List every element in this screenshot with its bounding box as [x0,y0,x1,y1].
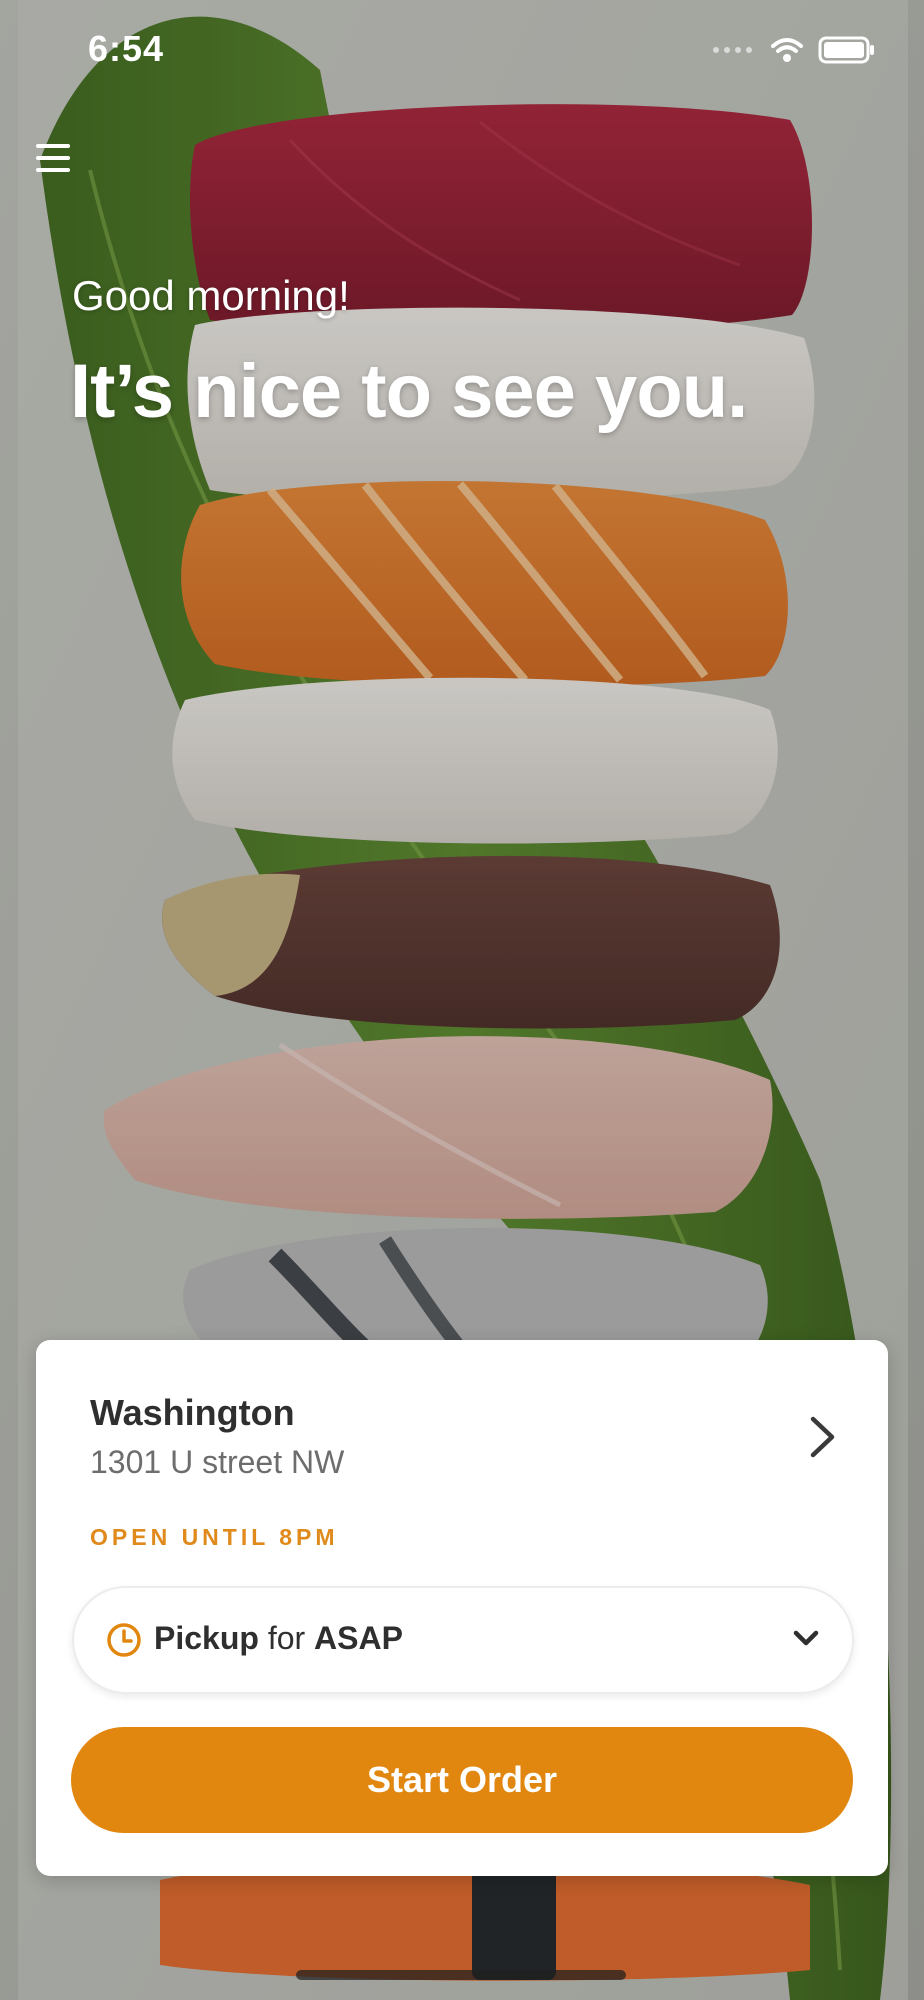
location-order-card: Washington 1301 U street NW OPEN UNTIL 8… [36,1340,888,1876]
chevron-right-icon [810,1416,835,1458]
pickup-method: Pickup [154,1620,259,1656]
pickup-time-selector[interactable]: Pickup for ASAP [72,1586,854,1694]
chevron-down-icon [793,1630,819,1646]
status-icons [712,34,876,66]
wifi-icon [771,38,803,62]
home-screen: 6:54 Good morning! It’s nice to see you.… [0,0,924,2000]
pickup-connector: for [267,1620,306,1656]
signal-icon [713,47,752,53]
location-address: 1301 U street NW [90,1444,345,1480]
status-bar: 6:54 [0,0,924,100]
start-order-button[interactable]: Start Order [71,1727,853,1833]
status-time: 6:54 [88,28,165,69]
location-name: Washington [90,1392,295,1433]
greeting-headline: It’s nice to see you. [70,349,748,434]
home-indicator [296,1970,626,1980]
store-hours-status: OPEN UNTIL 8PM [90,1524,339,1550]
greeting-small: Good morning! [72,272,350,319]
menu-button[interactable] [34,140,74,176]
battery-icon [818,36,874,64]
pickup-time: ASAP [314,1620,403,1656]
hamburger-menu-icon [36,144,70,172]
location-selector[interactable]: Washington 1301 U street NW [36,1340,888,1510]
pickup-summary: Pickup for ASAP [154,1620,403,1657]
clock-icon [107,1623,141,1657]
